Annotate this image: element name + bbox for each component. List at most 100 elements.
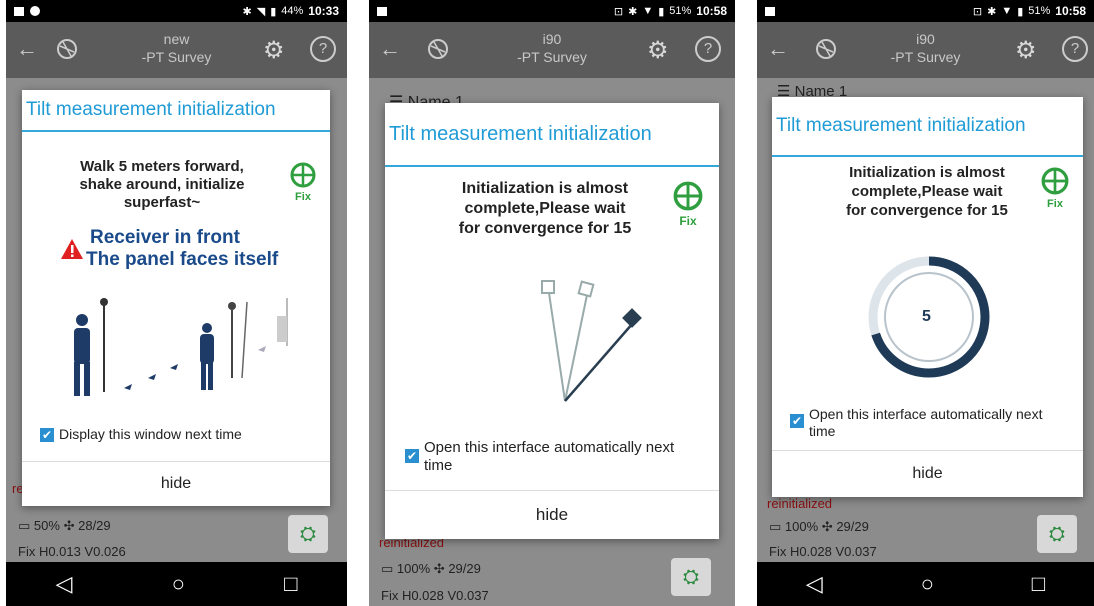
message-line: complete,Please wait <box>464 200 626 217</box>
display-next-time-checkbox[interactable]: ✔ Display this window next time <box>40 426 242 442</box>
fix-indicator: Fix <box>1040 167 1070 210</box>
receiver-battery: 50% <box>33 518 60 533</box>
satellite-count: 28/29 <box>78 518 111 533</box>
battery-percent: 51% <box>669 5 692 17</box>
reinit-status: reinitialized <box>767 496 833 511</box>
receiver-battery: 100% <box>784 519 819 534</box>
checkbox-label: Display this window next time <box>59 426 242 442</box>
fix-indicator: Fix <box>288 162 318 203</box>
nav-back-icon[interactable]: ◁ <box>806 571 823 597</box>
fix-indicator: Fix <box>670 181 706 228</box>
satellite-icon: ✣ <box>821 519 833 534</box>
receiver-battery-icon: ▭ <box>769 519 782 534</box>
nav-bar: ◁ ○ □ <box>757 562 1094 606</box>
hide-button[interactable]: hide <box>385 490 719 539</box>
app-bar: ← i90 -PT Survey ⚙ ? <box>369 22 735 78</box>
receiver-battery-icon: ▭ <box>381 561 394 576</box>
dialog-message: Initialization is almost complete,Please… <box>832 163 1022 225</box>
message-line: Walk 5 meters forward, <box>80 158 244 175</box>
hide-button[interactable]: hide <box>22 461 330 506</box>
cast-icon: ⊡ <box>972 5 983 18</box>
wifi-icon: ▼ <box>642 5 654 17</box>
help-icon[interactable]: ? <box>695 36 721 62</box>
satellite-icon: ✣ <box>63 518 75 533</box>
message-line: shake around, initialize <box>79 176 245 193</box>
fix-label: Fix <box>295 191 311 203</box>
warning-icon <box>61 239 83 259</box>
crosshair-icon <box>290 162 316 188</box>
hide-button[interactable]: hide <box>772 450 1083 497</box>
clock: 10:58 <box>696 4 727 18</box>
wifi-icon: ◥ <box>256 5 266 18</box>
phone-left: ✱ ◥ ▮ 44% 10:33 ← new -PT Survey ⚙ ? rei… <box>6 0 347 606</box>
gear-icon[interactable]: ⚙ <box>263 36 285 65</box>
nav-home-icon[interactable]: ○ <box>921 571 934 597</box>
dialog-title: Tilt measurement initialization <box>385 103 719 167</box>
gear-icon[interactable]: ⚙ <box>647 36 669 65</box>
satellite-count: 29/29 <box>448 561 481 576</box>
help-icon[interactable]: ? <box>1062 36 1088 62</box>
fix-line: Fix H0.028 V0.037 <box>769 544 877 559</box>
fix-label: Fix <box>679 214 697 228</box>
image-notification-icon <box>14 6 24 16</box>
video-notification-icon <box>377 6 387 16</box>
fix-label: Fix <box>1047 198 1063 210</box>
battery-percent: 44% <box>281 5 304 17</box>
wifi-icon: ▼ <box>1001 5 1013 17</box>
warning-line: The panel faces itself <box>86 249 279 270</box>
gear-icon[interactable]: ⚙ <box>1015 36 1037 65</box>
app-title: i90 -PT Survey <box>369 30 735 66</box>
app-bar: ← new -PT Survey ⚙ ? <box>6 22 347 78</box>
device-name: new <box>163 31 190 47</box>
phone-right: ⊡ ✱ ▼ ▮ 51% 10:58 ← i90 -PT Survey ⚙ ? ☰… <box>757 0 1094 606</box>
stakeout-button[interactable]: ⛭ <box>671 558 711 596</box>
tilt-init-dialog: Tilt measurement initialization Initiali… <box>385 103 719 539</box>
stakeout-button[interactable]: ⛭ <box>288 515 328 553</box>
dialog-title: Tilt measurement initialization <box>772 97 1083 157</box>
checkbox-checked-icon[interactable]: ✔ <box>405 449 419 463</box>
battery-icon: ▮ <box>1017 5 1024 18</box>
app-bar: ← i90 -PT Survey ⚙ ? <box>757 22 1094 78</box>
nav-home-icon[interactable]: ○ <box>172 571 185 597</box>
help-icon[interactable]: ? <box>310 36 336 62</box>
phone-middle: ⊡ ✱ ▼ ▮ 51% 10:58 ← i90 -PT Survey ⚙ ? ☰… <box>369 0 735 606</box>
tilted-poles-illustration <box>541 280 642 402</box>
warning-line: Receiver in front <box>90 227 240 248</box>
checkbox-label-line: time <box>424 457 453 474</box>
battery-sats-line: ▭ 100% ✣ 29/29 <box>381 561 481 577</box>
satellite-icon: ✣ <box>433 561 445 576</box>
status-bar: ✱ ◥ ▮ 44% 10:33 <box>6 0 347 22</box>
nav-recents-icon[interactable]: □ <box>1032 571 1045 597</box>
message-line: Initialization is almost <box>849 164 1005 181</box>
cast-icon: ⊡ <box>613 5 624 18</box>
checkbox-label: Open this interface automatically next t… <box>424 439 674 475</box>
message-line: complete,Please wait <box>851 183 1003 200</box>
receiver-battery: 100% <box>396 561 431 576</box>
nav-recents-icon[interactable]: □ <box>284 571 297 597</box>
receiver-battery-icon: ▭ <box>18 518 31 533</box>
message-line: for convergence for 15 <box>846 202 1008 219</box>
mode-name: -PT Survey <box>890 49 961 65</box>
battery-percent: 51% <box>1028 5 1051 17</box>
battery-icon: ▮ <box>270 5 277 18</box>
clock: 10:58 <box>1055 4 1086 18</box>
crosshair-icon <box>673 181 703 211</box>
stakeout-button[interactable]: ⛭ <box>1037 515 1077 553</box>
checkbox-label-line: Open this interface automatically next <box>809 406 1043 422</box>
open-automatically-checkbox[interactable]: ✔ Open this interface automatically next… <box>405 439 705 475</box>
device-name: i90 <box>916 31 935 47</box>
checkbox-checked-icon[interactable]: ✔ <box>40 428 54 442</box>
bluetooth-icon: ✱ <box>987 5 997 18</box>
dialog-title: Tilt measurement initialization <box>22 90 330 132</box>
nav-back-icon[interactable]: ◁ <box>56 571 73 597</box>
checkbox-checked-icon[interactable]: ✔ <box>790 414 804 428</box>
crosshair-icon <box>1041 167 1069 195</box>
battery-icon: ▮ <box>658 5 665 18</box>
status-bar: ⊡ ✱ ▼ ▮ 51% 10:58 <box>757 0 1094 22</box>
dialog-message: Initialization is almost complete,Please… <box>440 179 650 245</box>
message-line: for convergence for 15 <box>458 220 632 237</box>
open-automatically-checkbox[interactable]: ✔ Open this interface automatically next… <box>790 406 1078 440</box>
walking-surveyor-illustration <box>74 298 288 396</box>
checkbox-label-line: Open this interface automatically next <box>424 439 675 456</box>
bluetooth-icon: ✱ <box>628 5 638 18</box>
